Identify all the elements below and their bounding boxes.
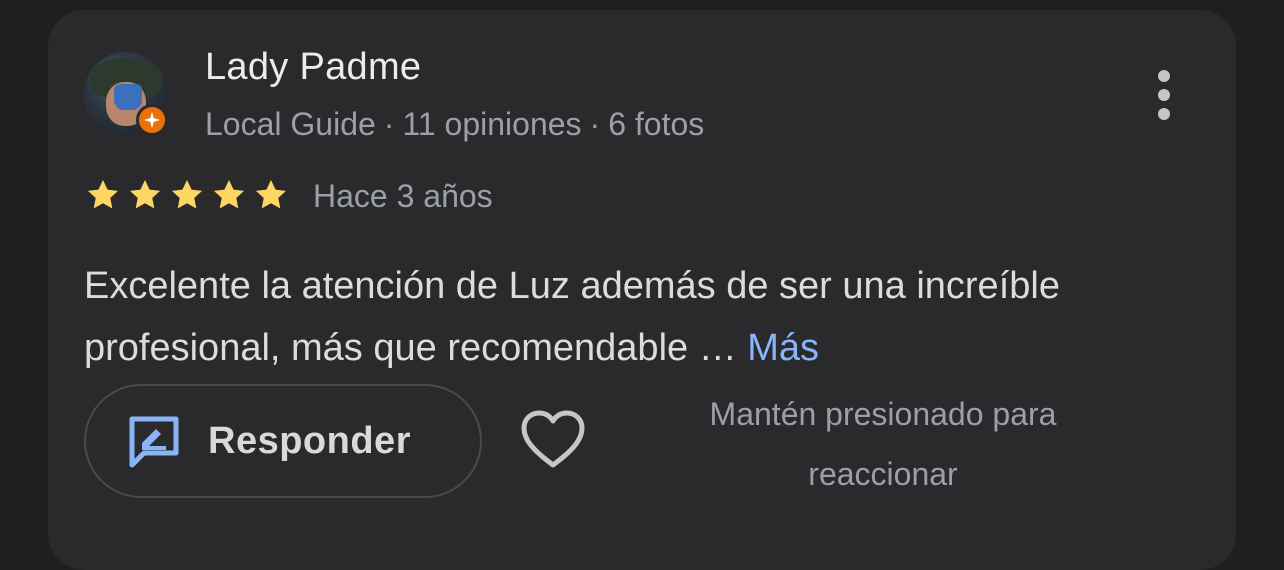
reaction-hint: Mantén presionado para reaccionar (660, 384, 1106, 504)
sparkle-icon (143, 111, 161, 129)
more-link[interactable]: Más (747, 327, 819, 369)
star-icon (129, 179, 161, 209)
review-text-line: Excelente la atención de Luz además de s… (84, 265, 1060, 307)
reviewer-meta: Local Guide · 11 opiniones · 6 fotos (205, 106, 704, 143)
reviewer-name[interactable]: Lady Padme (205, 46, 421, 89)
reply-icon (129, 416, 179, 468)
meta-separator: · (383, 106, 395, 142)
star-icon (87, 179, 119, 209)
avatar-cup (114, 84, 142, 110)
star-icon (171, 179, 203, 209)
star-icon (255, 179, 287, 209)
reaction-hint-line: Mantén presionado para (709, 396, 1057, 432)
star-icon (213, 179, 245, 209)
reply-button[interactable]: Responder (84, 384, 482, 498)
local-guide-label: Local Guide (205, 106, 376, 142)
local-guide-badge-icon (136, 104, 168, 136)
photos-count: 6 fotos (608, 106, 705, 142)
more-options-icon[interactable] (1146, 66, 1182, 124)
meta-separator: · (589, 106, 601, 142)
review-text-line: profesional, más que recomendable … (84, 327, 737, 369)
reaction-hint-line: reaccionar (808, 456, 958, 492)
reply-label: Responder (208, 419, 411, 462)
review-text: Excelente la atención de Luz además de s… (84, 255, 1184, 379)
heart-outline-icon[interactable] (520, 408, 586, 474)
review-time: Hace 3 años (313, 178, 493, 214)
review-text-line-2: profesional, más que recomendable … Más (84, 317, 1184, 379)
star-rating (84, 176, 290, 214)
reviews-count: 11 opiniones (402, 106, 582, 142)
